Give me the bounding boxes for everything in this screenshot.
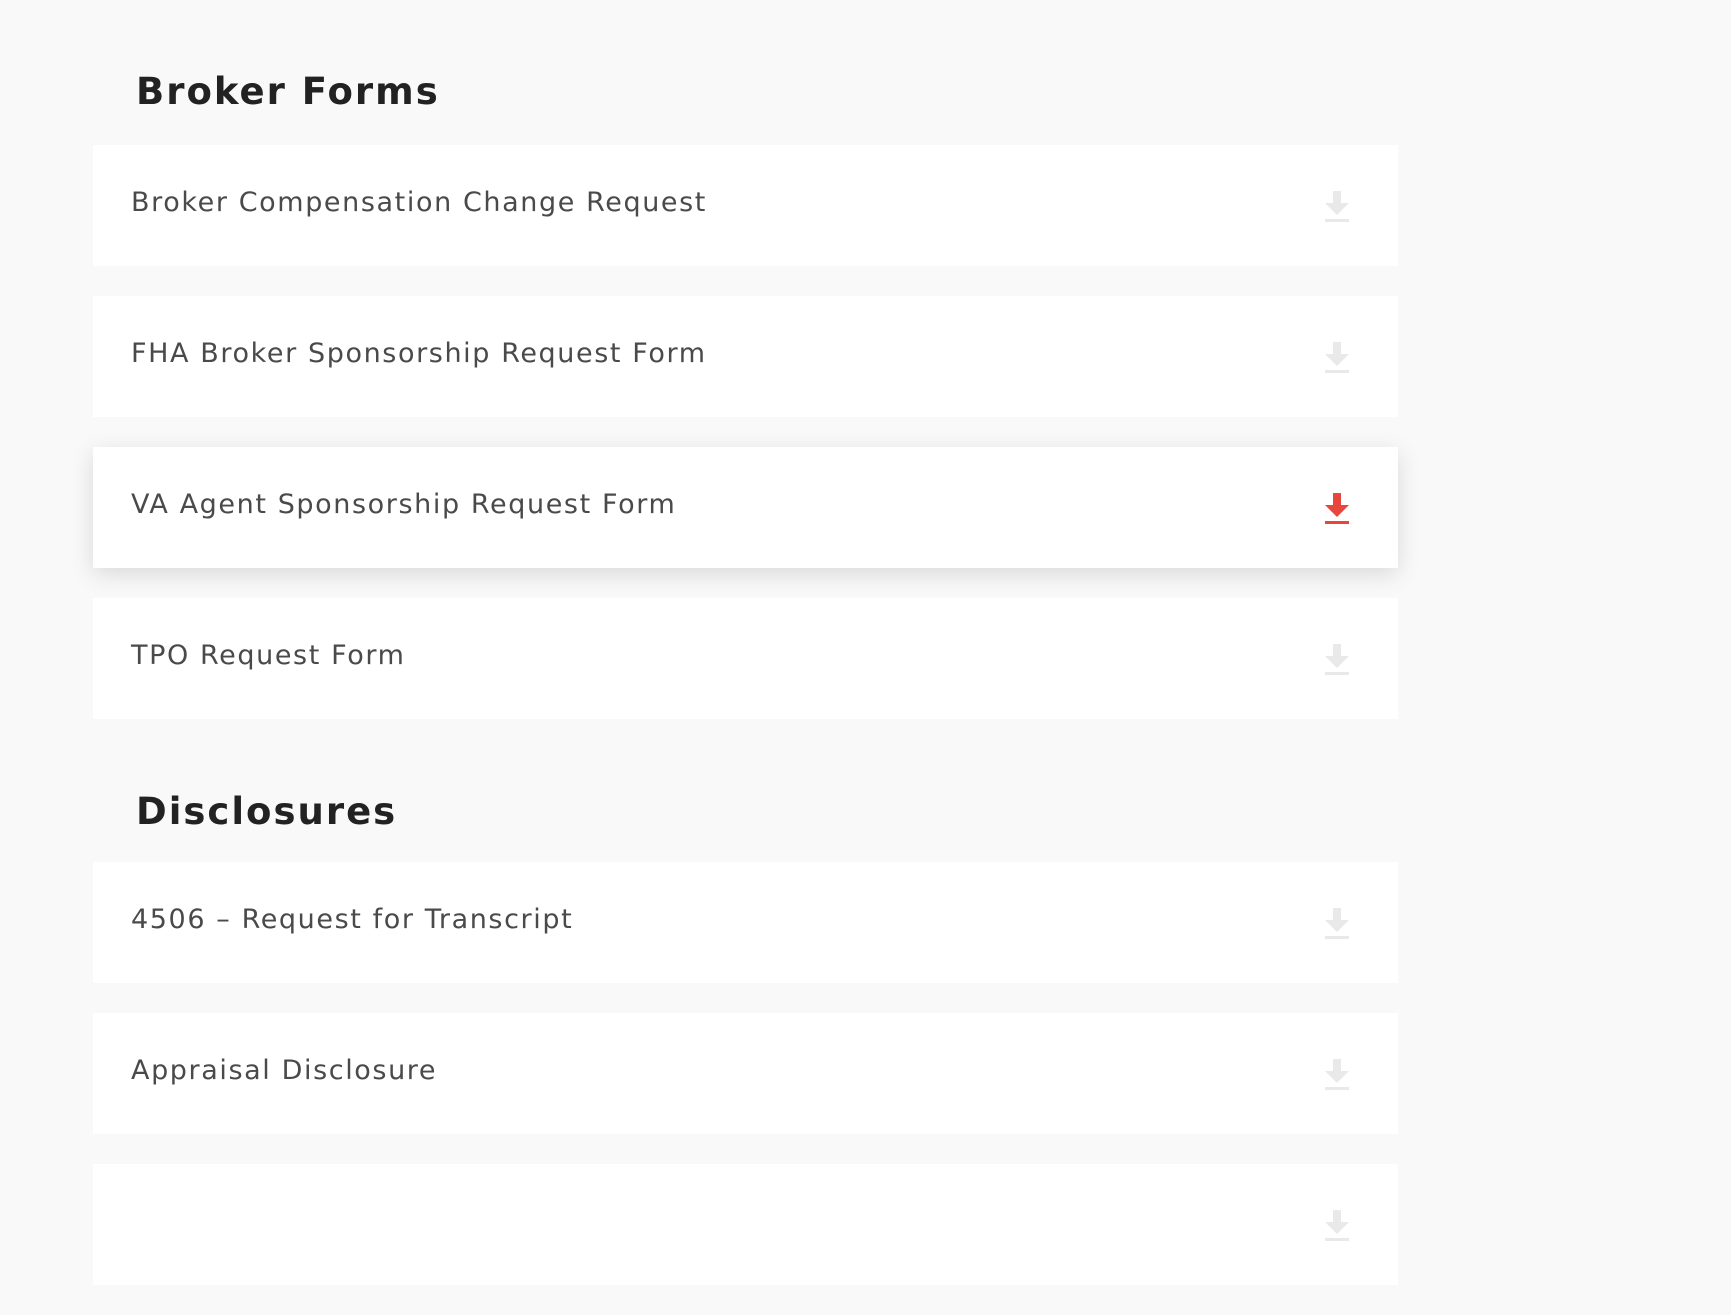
disclosures-list: 4506 – Request for Transcript Appraisal … <box>93 862 1398 1285</box>
form-item-label: TPO Request Form <box>131 640 406 671</box>
download-icon[interactable] <box>1322 1206 1352 1244</box>
form-item-label: FHA Broker Sponsorship Request Form <box>131 338 707 369</box>
download-icon[interactable] <box>1322 338 1352 376</box>
form-item-label: Appraisal Disclosure <box>131 1055 438 1086</box>
forms-page-content: Broker Forms Broker Compensation Change … <box>93 0 1398 1315</box>
download-icon[interactable] <box>1322 187 1352 225</box>
form-item-fha-broker-sponsorship[interactable]: FHA Broker Sponsorship Request Form <box>93 296 1398 417</box>
form-item-partial[interactable] <box>93 1164 1398 1285</box>
form-item-label: Broker Compensation Change Request <box>131 187 707 218</box>
download-icon[interactable] <box>1322 640 1352 678</box>
form-item-appraisal-disclosure[interactable]: Appraisal Disclosure <box>93 1013 1398 1134</box>
broker-forms-list: Broker Compensation Change Request FHA B… <box>93 145 1398 719</box>
form-item-va-agent-sponsorship[interactable]: VA Agent Sponsorship Request Form <box>93 447 1398 568</box>
download-icon[interactable] <box>1322 1055 1352 1093</box>
form-item-broker-compensation[interactable]: Broker Compensation Change Request <box>93 145 1398 266</box>
form-item-label: 4506 – Request for Transcript <box>131 904 574 935</box>
section-title-disclosures: Disclosures <box>136 790 398 833</box>
form-item-4506-request-transcript[interactable]: 4506 – Request for Transcript <box>93 862 1398 983</box>
download-icon[interactable] <box>1322 904 1352 942</box>
form-item-label: VA Agent Sponsorship Request Form <box>131 489 677 520</box>
download-icon[interactable] <box>1322 489 1352 527</box>
section-title-broker-forms: Broker Forms <box>136 70 440 113</box>
form-item-tpo-request[interactable]: TPO Request Form <box>93 598 1398 719</box>
